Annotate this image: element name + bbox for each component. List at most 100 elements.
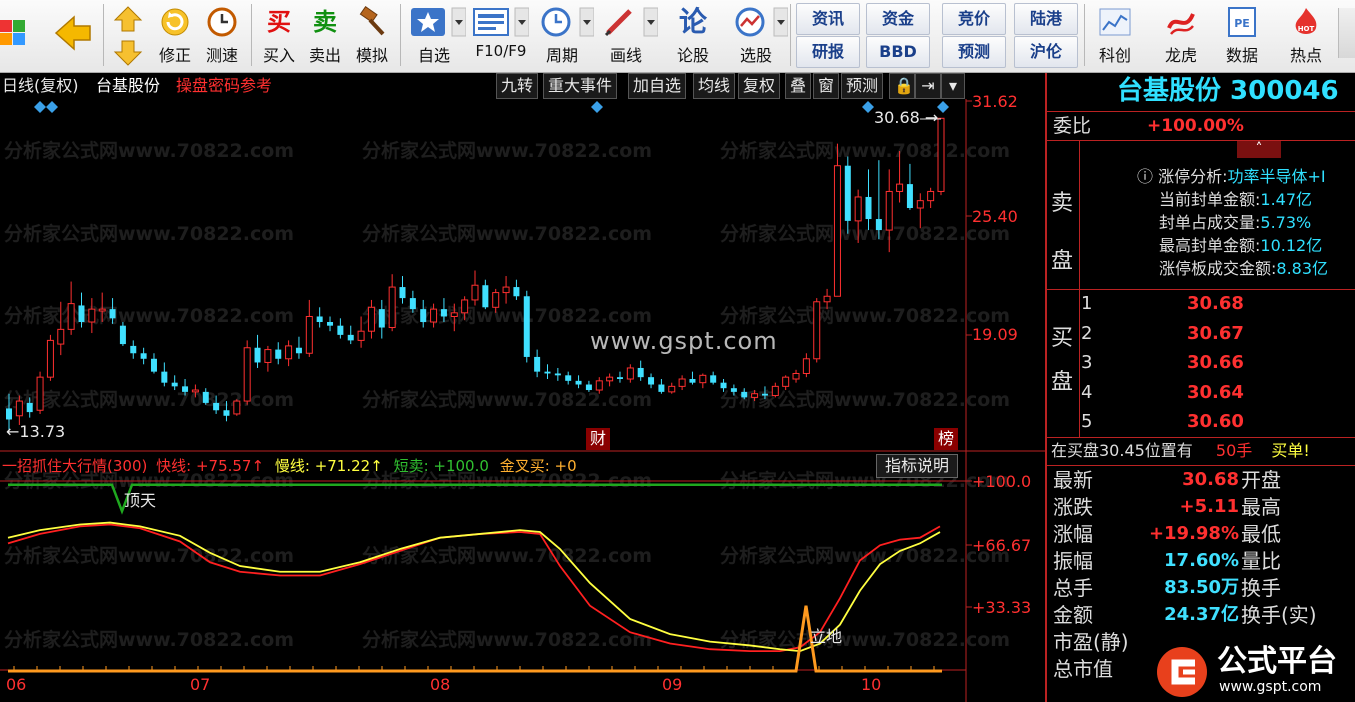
tab-add-watch[interactable]: 加自选 — [628, 73, 687, 99]
f10-button[interactable]: F10/F9 — [469, 3, 535, 69]
buy-button[interactable]: 买 买入 — [256, 3, 302, 69]
candle-body — [36, 376, 44, 411]
down-arrow-icon[interactable] — [111, 38, 145, 68]
up-arrow-icon[interactable] — [111, 4, 145, 34]
clock-icon — [207, 7, 237, 37]
candle-body — [337, 325, 344, 335]
toolbar-more-strip[interactable] — [1338, 8, 1355, 58]
stat-label-secondary: 最高 — [1241, 495, 1281, 519]
stock-name-title[interactable]: 台基股份 — [96, 73, 160, 99]
slow-line — [7, 521, 941, 653]
auction-button[interactable]: 竞价 — [942, 3, 1006, 35]
hot-button[interactable]: HOT 热点 — [1283, 3, 1329, 69]
tab-adjust[interactable]: 复权 — [738, 73, 781, 99]
logo-text: 公式平台 — [1217, 644, 1337, 679]
slow-line-label: 慢线: — [274, 457, 310, 475]
indicator-title-line: 一招抓住大行情(300) 快线: +75.57↑ 慢线: +71.22↑ 短卖:… — [2, 456, 577, 476]
sell-button[interactable]: 卖 卖出 — [302, 3, 348, 69]
limit-analysis-label: 涨停分析: — [1158, 167, 1228, 186]
period-title[interactable]: 日线(复权) — [2, 73, 79, 99]
candle-body — [854, 196, 862, 222]
refresh-button[interactable]: 修正 — [152, 3, 198, 69]
bid-price: 30.64 — [1187, 381, 1244, 403]
data-label: 数据 — [1225, 46, 1258, 65]
dragon-tiger-button[interactable]: 龙虎 — [1158, 3, 1204, 69]
candle-body — [523, 296, 530, 357]
collapse-chevron-icon[interactable]: ˄ — [1237, 140, 1281, 158]
indicator-name[interactable]: 一招抓住大行情(300) — [2, 457, 147, 475]
stat-label: 涨跌 — [1053, 495, 1093, 519]
app-menu-icon[interactable] — [0, 12, 26, 58]
bid-level: 2 — [1081, 322, 1093, 344]
limit-analysis-line[interactable]: ⓘ 涨停分析:功率半导体+I — [1137, 166, 1326, 188]
simulate-button[interactable]: 模拟 — [349, 3, 395, 69]
candle-body — [689, 379, 696, 383]
kline-chart-area[interactable]: 分析家公式网www.70822.com 分析家公式网www.70822.com 分析… — [0, 73, 1045, 702]
quote-panel: 台基股份 300046 委比 +100.00% ˄ 卖 盘 ⓘ 涨停分析:功率半… — [1045, 73, 1355, 702]
draw-line-label: 画线 — [609, 46, 642, 65]
tab-moving-average[interactable]: 均线 — [693, 73, 736, 99]
candle-body — [378, 309, 385, 328]
back-arrow-icon[interactable] — [52, 12, 94, 54]
kechuang-label: 科创 — [1098, 46, 1131, 65]
discuss-button[interactable]: 论 论股 — [670, 3, 716, 69]
candle-body — [316, 316, 323, 323]
indicator-explain-button[interactable]: 指标说明 — [876, 454, 958, 478]
candle-body — [792, 372, 800, 380]
chart-canvas[interactable] — [0, 73, 1045, 702]
quote-title: 台基股份 300046 — [1117, 76, 1339, 106]
tab-jiuzhuan[interactable]: 九转 — [496, 73, 539, 99]
info-icon: ⓘ — [1137, 167, 1154, 186]
chevron-down-icon[interactable]: ▾ — [941, 73, 965, 99]
candle-body — [327, 322, 334, 326]
research-button[interactable]: 研报 — [796, 36, 860, 68]
tab-overlay[interactable]: 叠 — [785, 73, 812, 99]
candle-body — [648, 377, 655, 385]
candle-body — [761, 393, 768, 396]
tab-window[interactable]: 窗 — [813, 73, 840, 99]
stat-label-secondary: 换手(实) — [1241, 603, 1317, 627]
order-alert-qty: 50手 — [1215, 441, 1253, 460]
hk-connect-button[interactable]: 陆港 — [1014, 3, 1078, 35]
event-diamond — [862, 101, 874, 113]
finance-marker[interactable]: 财 — [586, 428, 610, 450]
ranking-marker[interactable]: 榜 — [934, 428, 958, 450]
speed-test-button[interactable]: 测速 — [199, 3, 245, 69]
lock-icon[interactable]: 🔒 — [889, 73, 915, 99]
limit-line: 封单占成交量:5.73% — [1159, 213, 1312, 232]
max-price-label: 30.68 → — [874, 108, 939, 127]
pen-icon — [604, 7, 658, 37]
order-alert-line[interactable]: 在买盘30.45位置有 50手 买单! — [1051, 439, 1310, 463]
period-button[interactable]: 周期 — [534, 3, 600, 69]
funds-button[interactable]: 资金 — [866, 3, 930, 35]
tab-major-events[interactable]: 重大事件 — [543, 73, 618, 99]
candle-body — [254, 347, 261, 363]
stock-select-button[interactable]: 选股 — [728, 3, 794, 69]
candle-body — [699, 374, 707, 384]
forecast-button[interactable]: 预测 — [942, 36, 1006, 68]
data-button[interactable]: PE 数据 — [1219, 3, 1265, 69]
candle-body — [88, 308, 96, 323]
kechuang-icon — [1099, 8, 1131, 36]
london-connect-button[interactable]: 沪伦 — [1014, 36, 1078, 68]
limit-sector-value: 功率半导体+I — [1227, 167, 1326, 186]
draw-line-button[interactable]: 画线 — [598, 3, 664, 69]
kechuang-button[interactable]: 科创 — [1092, 3, 1138, 69]
month-label: 09 — [662, 675, 683, 694]
bbd-button[interactable]: BBD — [866, 36, 930, 68]
buy-label: 买入 — [262, 46, 295, 65]
candle-body — [57, 328, 65, 345]
alert-title[interactable]: 操盘密码参考 — [176, 73, 272, 99]
news-button[interactable]: 资讯 — [796, 3, 860, 35]
select-stock-icon — [735, 7, 788, 37]
candle-body — [78, 305, 85, 323]
candle-body — [595, 380, 603, 391]
candle-body — [233, 400, 241, 415]
jump-end-icon[interactable]: ⇥ — [915, 73, 941, 99]
watchlist-button[interactable]: 自选 — [406, 3, 472, 69]
candle-body — [26, 402, 33, 413]
candle-body — [430, 308, 438, 323]
event-diamond — [937, 101, 949, 113]
f10-label: F10/F9 — [475, 42, 527, 60]
tab-predict[interactable]: 预测 — [841, 73, 884, 99]
